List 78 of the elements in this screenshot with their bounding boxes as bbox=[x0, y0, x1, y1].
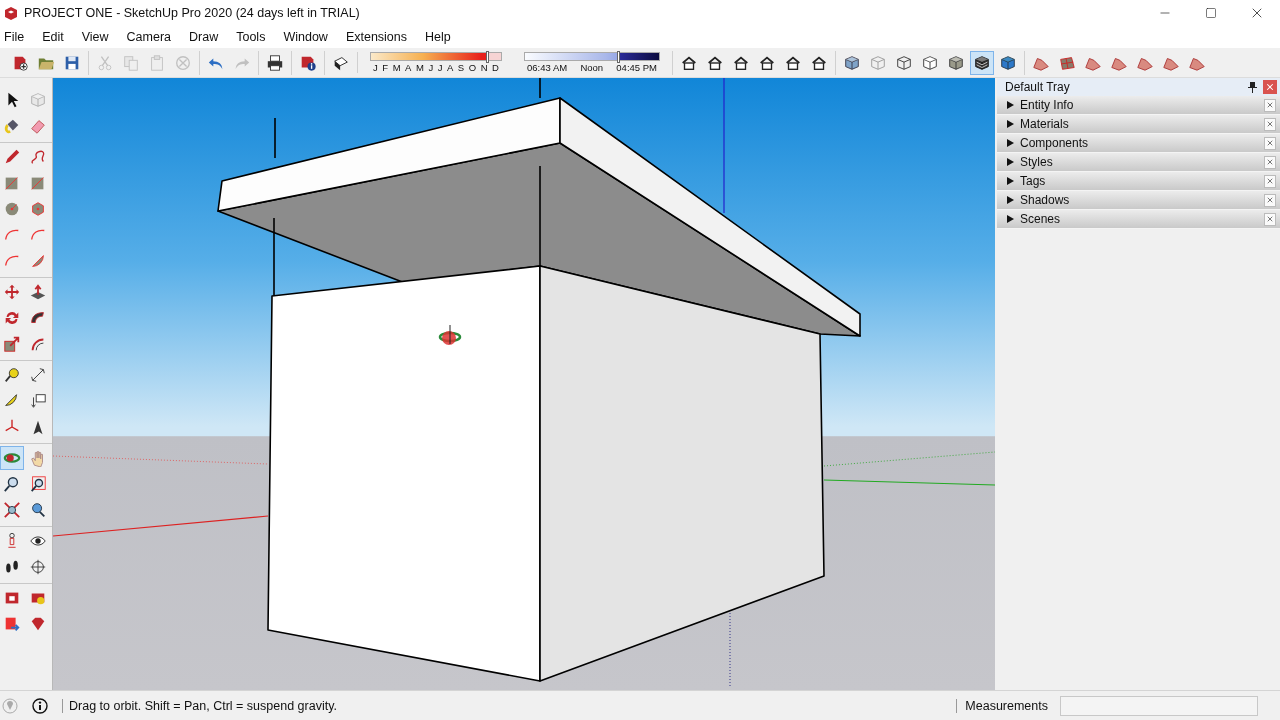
time-slider[interactable] bbox=[524, 52, 660, 61]
month-label: M bbox=[415, 62, 424, 73]
close-icon bbox=[1265, 82, 1275, 92]
menu-item[interactable]: Extensions bbox=[343, 30, 416, 44]
close-icon bbox=[1266, 101, 1274, 109]
expand-triangle-icon bbox=[1007, 215, 1014, 223]
menu-item[interactable]: Edit bbox=[40, 30, 72, 44]
tray-panel[interactable]: Scenes bbox=[997, 210, 1280, 229]
month-label: O bbox=[468, 62, 477, 73]
panel-close-button[interactable] bbox=[1264, 193, 1276, 207]
month-label: M bbox=[392, 62, 401, 73]
close-icon bbox=[1266, 177, 1274, 185]
panel-title: Materials bbox=[1020, 117, 1070, 131]
panel-close-button[interactable] bbox=[1264, 174, 1276, 188]
close-icon bbox=[1266, 215, 1274, 223]
time-label: Noon bbox=[580, 62, 604, 73]
panel-close-button[interactable] bbox=[1264, 136, 1276, 150]
close-icon bbox=[1266, 196, 1274, 204]
orbit-cursor-icon bbox=[438, 324, 462, 345]
month-label: S bbox=[457, 62, 465, 73]
slider-thumb[interactable] bbox=[616, 51, 620, 63]
tray-panel[interactable]: Components bbox=[997, 134, 1280, 153]
expand-triangle-icon bbox=[1007, 120, 1014, 128]
tray-panel[interactable]: Entity Info bbox=[997, 96, 1280, 115]
panel-title: Shadows bbox=[1020, 193, 1071, 207]
tray-panel[interactable]: Tags bbox=[997, 172, 1280, 191]
menu-item[interactable]: Camera bbox=[124, 30, 180, 44]
tray-panel[interactable]: Materials bbox=[997, 115, 1280, 134]
month-label: J bbox=[428, 62, 434, 73]
menu-item[interactable]: Help bbox=[423, 30, 459, 44]
month-label: A bbox=[405, 62, 412, 73]
panel-title: Tags bbox=[1020, 174, 1047, 188]
measurements-field[interactable] bbox=[1060, 695, 1258, 716]
time-label: 06:43 AM bbox=[527, 62, 568, 73]
panel-close-button[interactable] bbox=[1264, 98, 1276, 112]
expand-triangle-icon bbox=[1007, 158, 1014, 166]
window-title: PROJECT ONE - SketchUp Pro 2020 (24 days left in TRIAL) bbox=[24, 6, 361, 20]
month-label: A bbox=[446, 62, 454, 73]
close-icon bbox=[1266, 158, 1274, 166]
menu-item[interactable]: Draw bbox=[187, 30, 227, 44]
month-label: D bbox=[492, 62, 499, 73]
menu-item[interactable]: View bbox=[79, 30, 117, 44]
pin-icon[interactable] bbox=[1248, 81, 1257, 93]
tray-close-button[interactable] bbox=[1263, 80, 1277, 94]
menu-item[interactable]: Window bbox=[281, 30, 336, 44]
panel-close-button[interactable] bbox=[1264, 117, 1276, 131]
menu-item[interactable]: Tools bbox=[234, 30, 274, 44]
info-icon[interactable] bbox=[32, 697, 48, 714]
month-label: N bbox=[480, 62, 488, 73]
app-logo-icon bbox=[4, 6, 18, 20]
close-icon bbox=[1266, 120, 1274, 128]
tray-title: Default Tray bbox=[1005, 80, 1071, 94]
expand-triangle-icon bbox=[1007, 196, 1014, 204]
month-label: J bbox=[437, 62, 443, 73]
panel-title: Styles bbox=[1020, 155, 1054, 169]
cube-icon[interactable] bbox=[970, 50, 994, 75]
measurements-label: Measurements bbox=[956, 698, 1048, 713]
menu-item[interactable]: File bbox=[2, 30, 33, 44]
orbit-icon[interactable] bbox=[0, 446, 24, 470]
panel-title: Scenes bbox=[1020, 212, 1062, 226]
month-label: F bbox=[382, 62, 389, 73]
date-slider[interactable] bbox=[370, 52, 502, 61]
status-message: Drag to orbit. Shift = Pan, Ctrl = suspend gravity. bbox=[62, 698, 957, 713]
maximize-icon bbox=[1205, 7, 1217, 19]
month-label: J bbox=[373, 62, 378, 73]
slider-thumb[interactable] bbox=[486, 51, 489, 63]
panel-close-button[interactable] bbox=[1264, 212, 1276, 226]
panel-title: Components bbox=[1020, 136, 1090, 150]
expand-triangle-icon bbox=[1007, 101, 1014, 109]
time-label: 04:45 PM bbox=[616, 62, 657, 73]
expand-triangle-icon bbox=[1007, 177, 1014, 185]
panel-close-button[interactable] bbox=[1264, 155, 1276, 169]
close-icon bbox=[1266, 139, 1274, 147]
panel-title: Entity Info bbox=[1020, 98, 1075, 112]
tray-panel[interactable]: Styles bbox=[997, 153, 1280, 172]
tray-panel[interactable]: Shadows bbox=[997, 191, 1280, 210]
expand-triangle-icon bbox=[1007, 139, 1014, 147]
model-viewport[interactable] bbox=[53, 78, 995, 690]
